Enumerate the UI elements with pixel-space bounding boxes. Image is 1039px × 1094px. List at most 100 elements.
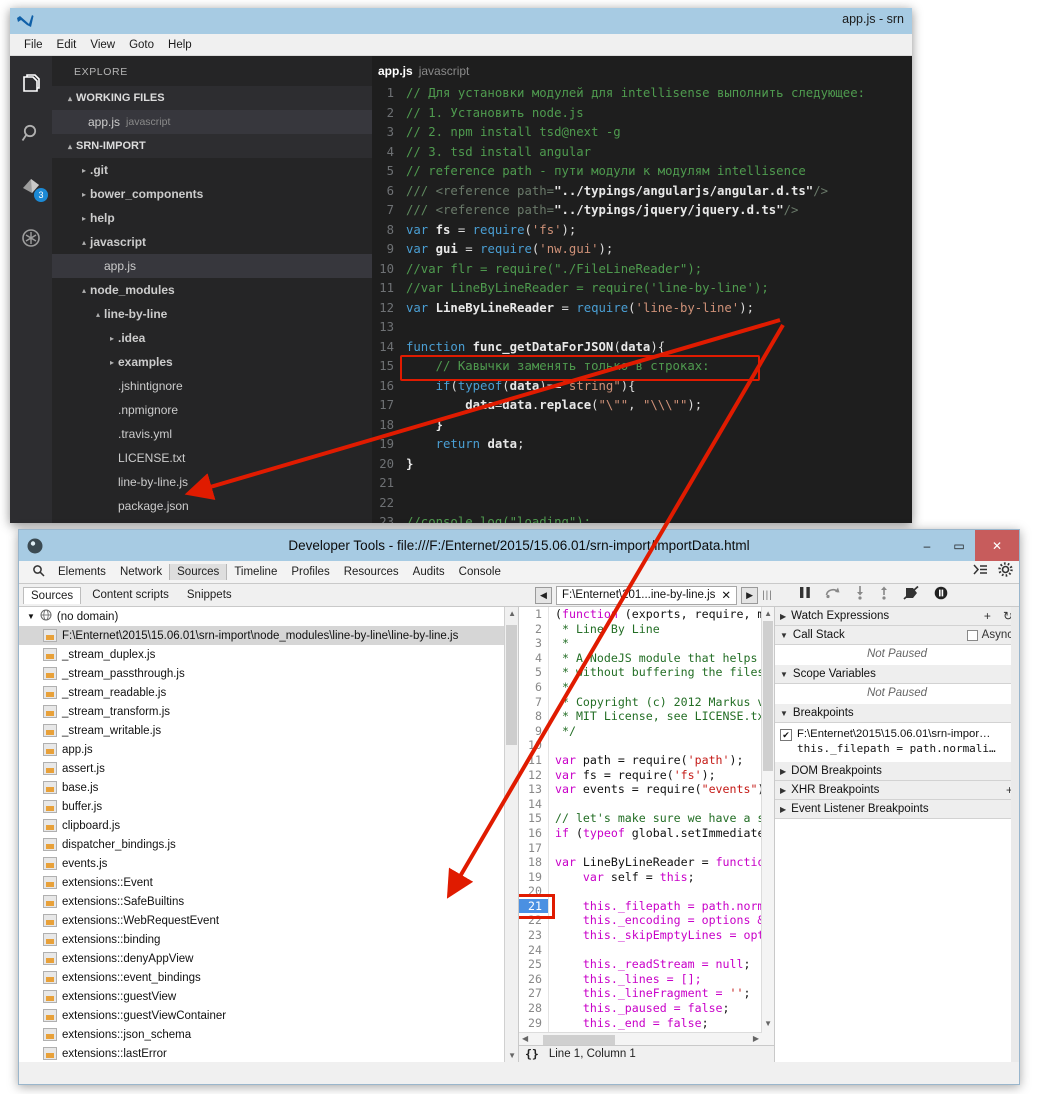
open-file-chip[interactable]: F:\Enternet\201...ine-by-line.js ✕ — [556, 585, 738, 605]
source-code-viewer[interactable]: 1 (function (exports, require, mo 2 * Line… — [519, 607, 775, 1062]
line-number[interactable]: 20 — [519, 884, 549, 899]
scroll-up-icon[interactable]: ▲ — [508, 609, 516, 618]
pane-call-stack[interactable]: ▼ Call Stack Async — [775, 626, 1019, 645]
pane-dom-breakpoints[interactable]: ▶ DOM Breakpoints — [775, 762, 1019, 781]
file-list-item[interactable]: extensions::guestViewContainer — [19, 1006, 518, 1025]
line-number[interactable]: 2 — [519, 621, 549, 637]
menu-help[interactable]: Help — [168, 39, 192, 51]
add-watch-icon[interactable]: + — [984, 609, 991, 623]
explorer-section-srn-import[interactable]: ▴ SRN-IMPORT — [52, 134, 372, 158]
tree-item[interactable]: ▸ bower_components — [52, 182, 372, 206]
source-lines[interactable]: 1 (function (exports, require, mo 2 * Line… — [519, 607, 774, 1060]
line-number[interactable]: 24 — [519, 942, 549, 958]
tree-item[interactable]: LICENSE.txt — [52, 446, 372, 470]
file-list-scrollbar[interactable]: ▲ ▼ — [504, 607, 518, 1062]
file-list-item[interactable]: extensions::Event — [19, 873, 518, 892]
menu-file[interactable]: File — [24, 39, 43, 51]
file-list-item[interactable]: _stream_writable.js — [19, 721, 518, 740]
subtab-content-scripts[interactable]: Content scripts — [85, 587, 176, 603]
editor-code[interactable]: 1 // Для установки модулей для intellisen… — [372, 84, 912, 523]
pane-event-listener-breakpoints[interactable]: ▶ Event Listener Breakpoints — [775, 800, 1019, 819]
sidebar-scrollbar[interactable] — [1011, 607, 1019, 1062]
async-checkbox[interactable] — [966, 629, 978, 641]
line-number[interactable]: 19 — [519, 869, 549, 885]
vscode-menubar[interactable]: File Edit View Goto Help — [10, 34, 912, 56]
debug-icon[interactable] — [15, 222, 47, 254]
next-file-button[interactable]: ▶ — [741, 586, 759, 604]
scroll-right-icon[interactable]: ▶ — [753, 1034, 759, 1043]
line-number[interactable]: 12 — [519, 767, 549, 783]
line-number[interactable]: 13 — [519, 782, 549, 797]
scroll-left-icon[interactable]: ◀ — [522, 1034, 528, 1043]
subtab-snippets[interactable]: Snippets — [180, 587, 239, 603]
file-list-item[interactable]: F:\Enternet\2015\15.06.01\srn-import\nod… — [19, 626, 518, 645]
subtab-sources[interactable]: Sources — [23, 586, 82, 604]
tree-item[interactable]: ▸ examples — [52, 350, 372, 374]
sources-file-list[interactable]: ▼ (no domain) F:\Enternet\2015\15.06.01\… — [19, 607, 519, 1062]
tree-item[interactable]: ▸ .git — [52, 158, 372, 182]
line-number[interactable]: 27 — [519, 986, 549, 1002]
tab-profiles[interactable]: Profiles — [284, 564, 336, 580]
file-list-item[interactable]: dispatcher_bindings.js — [19, 835, 518, 854]
tree-item[interactable]: ▸ .idea — [52, 326, 372, 350]
tab-resources[interactable]: Resources — [337, 564, 406, 580]
line-number[interactable]: 15 — [519, 811, 549, 826]
breakpoint-item[interactable]: ✔ F:\Enternet\2015\15.06.01\srn-impor… — [775, 726, 1019, 741]
close-icon[interactable]: ✕ — [721, 588, 731, 602]
line-number[interactable]: 9 — [519, 723, 549, 739]
file-list-item[interactable]: _stream_readable.js — [19, 683, 518, 702]
tree-item[interactable]: .jshintignore — [52, 374, 372, 398]
line-number[interactable]: 8 — [519, 709, 549, 724]
file-list-item[interactable]: extensions::denyAppView — [19, 949, 518, 968]
line-number[interactable]: 25 — [519, 957, 549, 972]
source-hscrollbar[interactable]: ◀ ▶ — [519, 1032, 762, 1046]
prev-file-button[interactable]: ◀ — [535, 586, 552, 604]
breakpoint-line-number[interactable]: 21 — [519, 898, 549, 914]
pane-scope-variables[interactable]: ▼ Scope Variables — [775, 665, 1019, 684]
step-over-icon[interactable] — [825, 586, 841, 604]
search-icon[interactable] — [25, 564, 51, 580]
file-list-item[interactable]: extensions::WebRequestEvent — [19, 911, 518, 930]
tab-console[interactable]: Console — [452, 564, 508, 580]
file-list-item[interactable]: extensions::binding — [19, 930, 518, 949]
tab-elements[interactable]: Elements — [51, 564, 113, 580]
menu-goto[interactable]: Goto — [129, 39, 154, 51]
line-number[interactable]: 1 — [519, 607, 549, 622]
file-list-item[interactable]: base.js — [19, 778, 518, 797]
scroll-down-icon[interactable]: ▼ — [508, 1051, 516, 1060]
line-number[interactable]: 5 — [519, 665, 549, 680]
pane-xhr-breakpoints[interactable]: ▶ XHR Breakpoints + — [775, 781, 1019, 800]
scrollbar-thumb[interactable] — [543, 1035, 615, 1045]
tree-item[interactable]: ▴ node_modules — [52, 278, 372, 302]
file-list-item[interactable]: assert.js — [19, 759, 518, 778]
file-list-item[interactable]: extensions::guestView — [19, 987, 518, 1006]
pause-resume-icon[interactable] — [799, 586, 811, 604]
line-number[interactable]: 16 — [519, 825, 549, 841]
scroll-down-icon[interactable]: ▼ — [764, 1019, 772, 1028]
file-list-item[interactable]: extensions::json_schema — [19, 1025, 518, 1044]
search-icon[interactable] — [15, 118, 47, 150]
explorer-section-working-files[interactable]: ▴ WORKING FILES — [52, 86, 372, 110]
line-number[interactable]: 11 — [519, 752, 549, 768]
tree-item[interactable]: ▸ help — [52, 206, 372, 230]
menu-edit[interactable]: Edit — [57, 39, 77, 51]
tab-audits[interactable]: Audits — [406, 564, 452, 580]
pause-on-exceptions-icon[interactable] — [934, 586, 948, 605]
pretty-print-icon[interactable]: {} — [525, 1047, 539, 1061]
step-into-icon[interactable] — [855, 585, 865, 605]
line-number[interactable]: 17 — [519, 840, 549, 856]
pane-breakpoints[interactable]: ▼ Breakpoints — [775, 704, 1019, 723]
tree-item[interactable]: .npmignore — [52, 398, 372, 422]
tab-timeline[interactable]: Timeline — [227, 564, 284, 580]
gear-icon[interactable] — [998, 562, 1013, 582]
scroll-up-icon[interactable]: ▲ — [764, 609, 772, 618]
line-number[interactable]: 10 — [519, 738, 549, 753]
tree-item[interactable]: ▴ javascript — [52, 230, 372, 254]
tree-item[interactable]: line-by-line.js — [52, 470, 372, 494]
tab-network[interactable]: Network — [113, 564, 169, 580]
source-control-icon[interactable]: 3 — [15, 170, 48, 202]
line-number[interactable]: 7 — [519, 694, 549, 710]
explorer-icon[interactable] — [15, 66, 47, 98]
line-number[interactable]: 22 — [519, 913, 549, 929]
step-out-icon[interactable] — [879, 586, 889, 605]
